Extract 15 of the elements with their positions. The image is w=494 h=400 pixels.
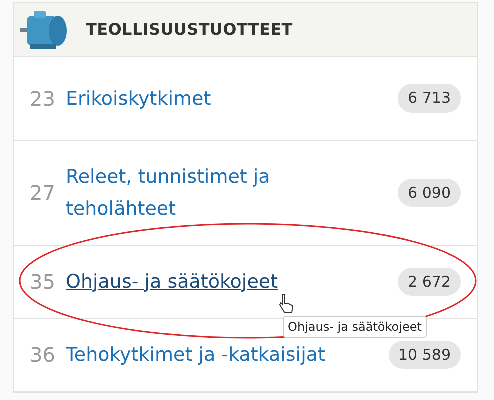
category-title: TEOLLISUUSTUOTTEET bbox=[86, 18, 293, 40]
category-code: 27 bbox=[30, 180, 56, 207]
category-link[interactable]: Ohjaus- ja säätökojeet bbox=[66, 266, 278, 298]
count-badge: 6 713 bbox=[398, 84, 461, 113]
pointer-icon bbox=[279, 294, 293, 314]
count-badge: 2 672 bbox=[398, 268, 461, 296]
category-code: 36 bbox=[30, 342, 56, 369]
category-link[interactable]: Erikoiskytkimet bbox=[66, 82, 212, 114]
category-code: 35 bbox=[30, 269, 56, 296]
count-badge: 10 589 bbox=[388, 340, 461, 370]
category-code: 23 bbox=[30, 86, 56, 112]
tooltip: Ohjaus- ja säätökojeet bbox=[283, 316, 427, 338]
category-link[interactable]: Tehokytkimet ja -katkaisijat bbox=[66, 339, 326, 371]
count-badge: 6 090 bbox=[398, 178, 461, 208]
category-link[interactable]: Releet, tunnistimet ja teholähteet bbox=[66, 161, 382, 225]
